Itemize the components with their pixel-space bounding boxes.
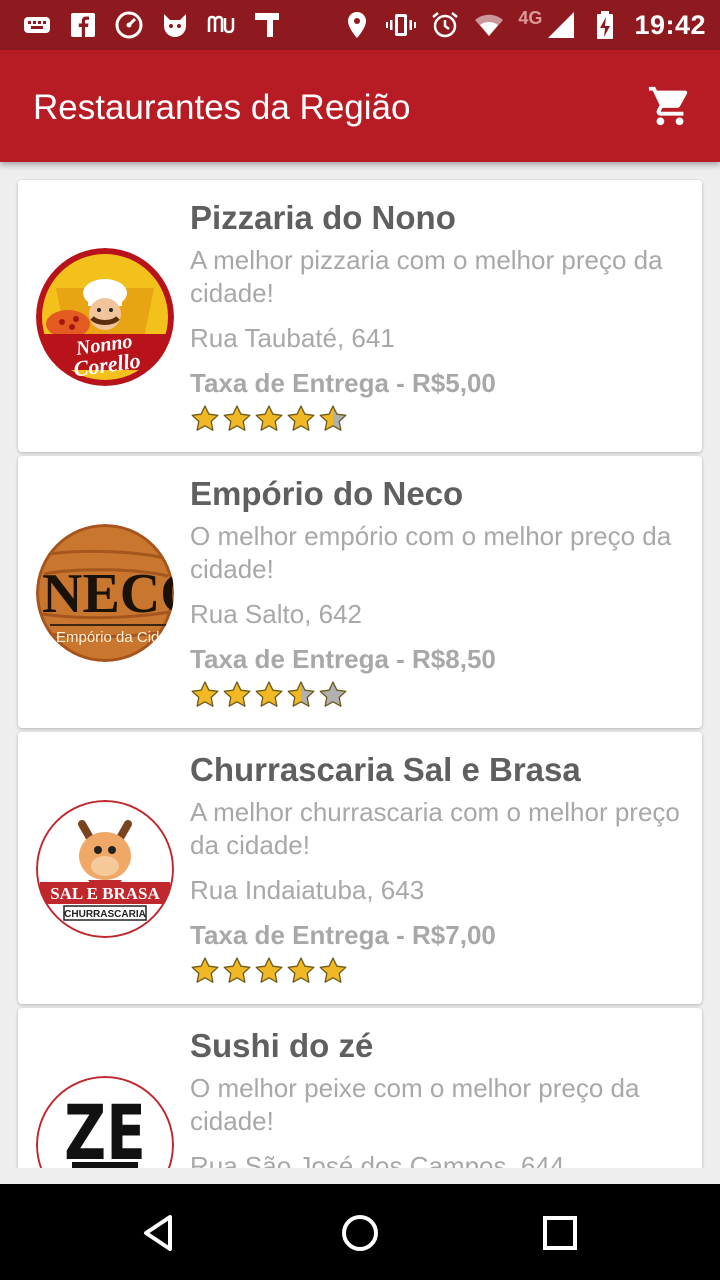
speedometer-icon: [114, 10, 144, 40]
star-half-icon: [287, 681, 315, 707]
star-half-icon: [319, 405, 347, 431]
restaurant-card[interactable]: NECO Empório da Cidade Empório do Neco O…: [18, 456, 702, 728]
cat-icon: [160, 10, 190, 40]
restaurant-card[interactable]: ZE Sushi do zé O melhor peixe com o melh…: [18, 1008, 702, 1168]
star-full-icon: [223, 957, 251, 983]
star-full-icon: [255, 681, 283, 707]
delivery-fee: Taxa de Entrega - R$5,00: [190, 368, 496, 398]
restaurant-name: Sushi do zé: [190, 1027, 374, 1064]
restaurant-name: Pizzaria do Nono: [190, 199, 456, 236]
logo-text-emporio-2: Empório da Cidade: [56, 629, 174, 646]
restaurant-info: Sushi do zé O melhor peixe com o melhor …: [190, 1026, 690, 1168]
star-full-icon: [255, 957, 283, 983]
star-full-icon: [223, 681, 251, 707]
home-button[interactable]: [335, 1208, 385, 1258]
restaurant-description: O melhor peixe com o melhor preço da cid…: [190, 1073, 640, 1136]
restaurant-logo-pizzaria: Nonno Corello: [36, 248, 174, 386]
vibrate-icon: [386, 10, 417, 40]
recents-button[interactable]: [535, 1208, 585, 1258]
star-rating: [190, 680, 690, 714]
location-icon: [342, 10, 372, 40]
text-icon: [252, 10, 282, 40]
recents-icon: [543, 1216, 577, 1250]
star-full-icon: [191, 405, 219, 431]
keyboard-icon: [22, 10, 52, 40]
system-icons: 4G 19:42: [342, 8, 706, 42]
star-full-icon: [191, 957, 219, 983]
restaurant-description: A melhor pizzaria com o melhor preço da …: [190, 245, 663, 308]
restaurant-name: Churrascaria Sal e Brasa: [190, 751, 581, 788]
star-full-icon: [255, 405, 283, 431]
logo-text-sushi: ZE: [64, 1090, 146, 1168]
home-icon: [342, 1215, 378, 1251]
restaurant-address: Rua São José dos Campos, 644: [190, 1151, 565, 1168]
restaurant-logo-sushi: ZE: [36, 1076, 174, 1168]
restaurant-logo-emporio: NECO Empório da Cidade: [36, 524, 174, 662]
star-empty-icon: [319, 681, 347, 707]
battery-charging-icon: [590, 10, 620, 40]
star-full-icon: [223, 405, 251, 431]
back-button[interactable]: [135, 1208, 185, 1258]
cart-button[interactable]: [642, 78, 698, 134]
logo-text-churrascaria-1: SAL E BRASA: [50, 884, 160, 903]
restaurant-logo-churrascaria: SAL E BRASA CHURRASCARIA: [36, 800, 174, 938]
star-full-icon: [287, 405, 315, 431]
restaurant-description: O melhor empório com o melhor preço da c…: [190, 521, 672, 584]
restaurant-list[interactable]: Nonno Corello Pizzaria do Nono A melhor …: [0, 162, 720, 1168]
restaurant-info: Empório do Neco O melhor empório com o m…: [190, 474, 690, 714]
restaurant-name: Empório do Neco: [190, 475, 464, 512]
star-rating: [190, 956, 690, 990]
back-icon: [144, 1215, 172, 1251]
navigation-bar: [0, 1184, 720, 1280]
restaurant-info: Pizzaria do Nono A melhor pizzaria com o…: [190, 198, 690, 438]
restaurant-card[interactable]: SAL E BRASA CHURRASCARIA Churrascaria Sa…: [18, 732, 702, 1004]
restaurant-description: A melhor churrascaria com o melhor preço…: [190, 797, 680, 860]
restaurant-info: Churrascaria Sal e Brasa A melhor churra…: [190, 750, 690, 990]
star-rating: [190, 404, 690, 438]
star-full-icon: [191, 681, 219, 707]
star-full-icon: [319, 957, 347, 983]
alarm-icon: [430, 10, 460, 40]
restaurant-address: Rua Salto, 642: [190, 599, 363, 629]
page-title: Restaurantes da Região: [33, 88, 411, 127]
logo-text-churrascaria-2: CHURRASCARIA: [64, 909, 146, 920]
facebook-icon: [68, 10, 98, 40]
clock: 19:42: [634, 9, 706, 40]
logo-text-emporio-1: NECO: [42, 563, 174, 625]
status-bar: 4G 19:42: [0, 0, 720, 50]
wifi-icon: [474, 10, 504, 40]
restaurant-address: Rua Indaiatuba, 643: [190, 875, 425, 905]
shopping-cart-icon: [648, 86, 688, 126]
star-full-icon: [287, 957, 315, 983]
delivery-fee: Taxa de Entrega - R$7,00: [190, 920, 496, 950]
signal-icon: [546, 10, 576, 40]
nu-icon: [206, 10, 236, 40]
restaurant-address: Rua Taubaté, 641: [190, 323, 395, 353]
network-type: 4G: [518, 7, 543, 28]
restaurant-card[interactable]: Nonno Corello Pizzaria do Nono A melhor …: [18, 180, 702, 452]
app-bar: Restaurantes da Região: [0, 50, 720, 162]
delivery-fee: Taxa de Entrega - R$8,50: [190, 644, 496, 674]
notification-icons: [22, 8, 282, 42]
